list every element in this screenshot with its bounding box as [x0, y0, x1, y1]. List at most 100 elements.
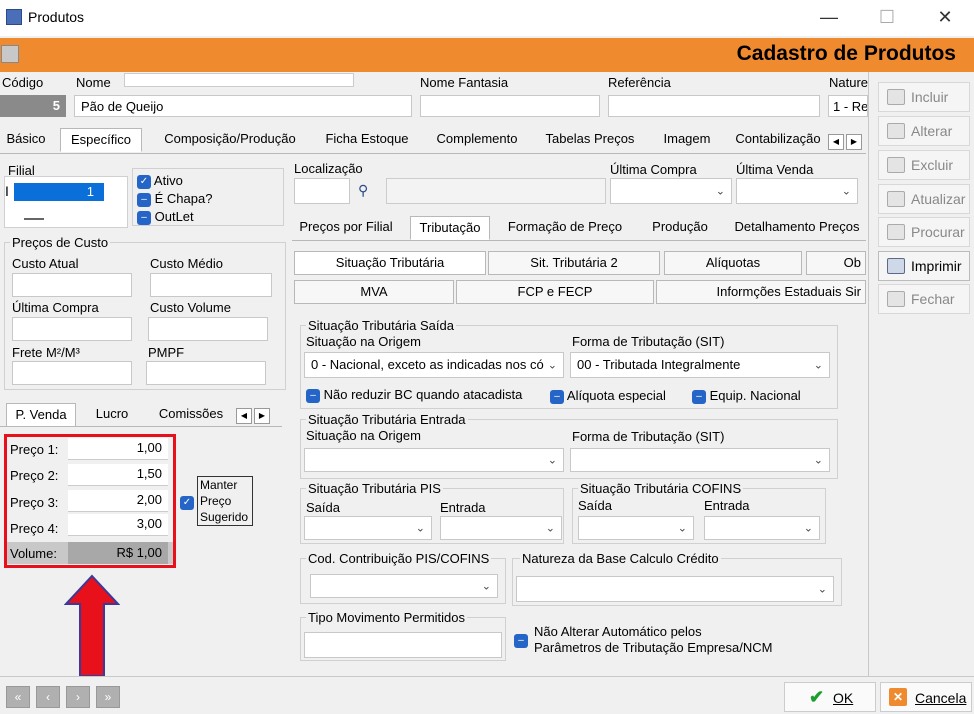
preco1-field[interactable]: 1,00: [68, 438, 168, 460]
preco2-label: Preço 2:: [10, 468, 59, 483]
preco2-field[interactable]: 1,50: [68, 464, 168, 486]
outlet-checkbox[interactable]: OutLet: [137, 209, 194, 225]
cofins-saida-select[interactable]: ⌄: [578, 516, 694, 540]
tab-situacao-tributaria[interactable]: Situação Tributária: [294, 251, 486, 275]
price-tabs-left-button[interactable]: ◀: [236, 408, 252, 424]
tab-formacao-preco[interactable]: Formação de Preço: [500, 216, 630, 238]
atualizar-button[interactable]: Atualizar: [878, 184, 970, 214]
manter-label-2: Preço: [200, 494, 232, 508]
fantasia-field[interactable]: [420, 95, 600, 117]
ultima-compra-custo-field[interactable]: [12, 317, 132, 341]
nav-first-button[interactable]: «: [6, 686, 30, 708]
nome-label: Nome: [76, 75, 111, 90]
entrada-forma-select[interactable]: ⌄: [570, 448, 830, 472]
saida-origem-select[interactable]: 0 - Nacional, exceto as indicadas nos có…: [304, 352, 564, 378]
pis-entrada-select[interactable]: ⌄: [440, 516, 562, 540]
binoculars-icon[interactable]: ⚲: [358, 182, 378, 200]
price-tabs-right-button[interactable]: ▶: [254, 408, 270, 424]
tab-mva[interactable]: MVA: [294, 280, 454, 304]
nome-label-separator: [124, 73, 354, 87]
tab-comissoes[interactable]: Comissões: [154, 403, 228, 425]
alterar-button[interactable]: Alterar: [878, 116, 970, 146]
custo-medio-field[interactable]: [150, 273, 272, 297]
entrada-forma-label: Forma de Tributação (SIT): [572, 429, 725, 444]
saida-forma-select[interactable]: 00 - Tributada Integralmente ⌄: [570, 352, 830, 378]
tab-sit-tributaria-2[interactable]: Sit. Tributária 2: [488, 251, 660, 275]
filial-field[interactable]: 1: [14, 183, 104, 201]
excluir-button[interactable]: Excluir: [878, 150, 970, 180]
aliquota-especial-checkbox[interactable]: Alíquota especial: [550, 388, 666, 404]
precos-custo-title: Preços de Custo: [10, 235, 111, 250]
checkmark-icon: ✔: [809, 687, 825, 707]
tab-ficha-estoque[interactable]: Ficha Estoque: [316, 128, 418, 150]
fechar-button[interactable]: Fechar: [878, 284, 970, 314]
ativo-checkbox[interactable]: Ativo: [137, 173, 183, 189]
nao-reduzir-checkbox[interactable]: Não reduzir BC quando atacadista: [306, 387, 522, 403]
pis-saida-select[interactable]: ⌄: [304, 516, 432, 540]
referencia-field[interactable]: [608, 95, 820, 117]
incluir-button[interactable]: Incluir: [878, 82, 970, 112]
chapa-checkbox[interactable]: É Chapa?: [137, 191, 212, 207]
close-button[interactable]: ✕: [930, 6, 960, 30]
chevron-down-icon: ⌄: [481, 580, 491, 593]
tipo-mov-label: Tipo Movimento Permitidos: [306, 610, 468, 625]
custo-atual-field[interactable]: [12, 273, 132, 297]
chevron-down-icon: ⌄: [841, 185, 851, 198]
toolbox-icon[interactable]: [1, 45, 19, 63]
maximize-button[interactable]: ☐: [872, 6, 902, 30]
tab-especifico[interactable]: Específico: [60, 128, 142, 152]
cod-contrib-select[interactable]: ⌄: [310, 574, 498, 598]
natureza-field[interactable]: 1 - Re: [828, 95, 868, 117]
localizacao-field[interactable]: [294, 178, 350, 204]
cancel-button[interactable]: ✕ Cancela: [880, 682, 972, 712]
ok-button[interactable]: ✔ OK: [784, 682, 876, 712]
frete-field[interactable]: [12, 361, 132, 385]
nav-prev-button[interactable]: ‹: [36, 686, 60, 708]
tab-precos-por-filial[interactable]: Preços por Filial: [294, 216, 398, 238]
procurar-button[interactable]: Procurar: [878, 217, 970, 247]
tab-lucro[interactable]: Lucro: [84, 403, 140, 425]
tab-tributacao[interactable]: Tributação: [410, 216, 490, 240]
tab-composicao[interactable]: Composição/Produção: [152, 128, 308, 150]
tab-detalhamento[interactable]: Detalhamento Preços: [728, 216, 866, 238]
equip-nacional-checkbox[interactable]: Equip. Nacional: [692, 388, 801, 404]
cancel-label: Cancela: [915, 690, 967, 706]
nav-next-button[interactable]: ›: [66, 686, 90, 708]
tab-complemento[interactable]: Complemento: [426, 128, 528, 150]
manter-checkbox[interactable]: [180, 494, 194, 510]
tabs-scroll-right-button[interactable]: ▶: [846, 134, 862, 150]
codigo-field[interactable]: 5: [0, 95, 66, 117]
cofins-entrada-select[interactable]: ⌄: [704, 516, 820, 540]
tab-basico[interactable]: Básico: [0, 128, 52, 150]
preco4-field[interactable]: 3,00: [68, 514, 168, 536]
tab-informacoes-estaduais[interactable]: Informções Estaduais Sir: [656, 280, 866, 304]
preco3-field[interactable]: 2,00: [68, 490, 168, 512]
localizacao-desc-field: [386, 178, 606, 204]
tabs-scroll-left-button[interactable]: ◀: [828, 134, 844, 150]
tab-p-venda[interactable]: P. Venda: [6, 403, 76, 427]
natureza-label: Nature: [829, 75, 869, 90]
saida-origem-value: 0 - Nacional, exceto as indicadas nos có: [311, 357, 544, 372]
custo-volume-field[interactable]: [148, 317, 268, 341]
imprimir-button[interactable]: Imprimir: [878, 251, 970, 281]
nao-alterar-checkbox[interactable]: [514, 632, 528, 648]
sub-tabs-line: [292, 240, 866, 241]
tab-ob[interactable]: Ob: [806, 251, 866, 275]
minimize-button[interactable]: —: [814, 6, 844, 30]
nav-last-button[interactable]: »: [96, 686, 120, 708]
ultima-venda-date[interactable]: ⌄: [736, 178, 858, 204]
nome-field[interactable]: Pão de Queijo: [74, 95, 412, 117]
tab-fcp-fecp[interactable]: FCP e FECP: [456, 280, 654, 304]
frete-label: Frete M²/M³: [12, 345, 80, 360]
custo-atual-label: Custo Atual: [12, 256, 79, 271]
tab-tabelas-precos[interactable]: Tabelas Preços: [534, 128, 646, 150]
natureza-base-select[interactable]: ⌄: [516, 576, 834, 602]
ultima-compra-date[interactable]: ⌄: [610, 178, 732, 204]
tab-imagem[interactable]: Imagem: [652, 128, 722, 150]
tab-producao[interactable]: Produção: [644, 216, 716, 238]
tab-contabilizacao[interactable]: Contabilização: [730, 128, 826, 150]
entrada-origem-select[interactable]: ⌄: [304, 448, 564, 472]
tipo-mov-field[interactable]: [304, 632, 502, 658]
tab-aliquotas[interactable]: Alíquotas: [664, 251, 802, 275]
pmpf-field[interactable]: [146, 361, 266, 385]
